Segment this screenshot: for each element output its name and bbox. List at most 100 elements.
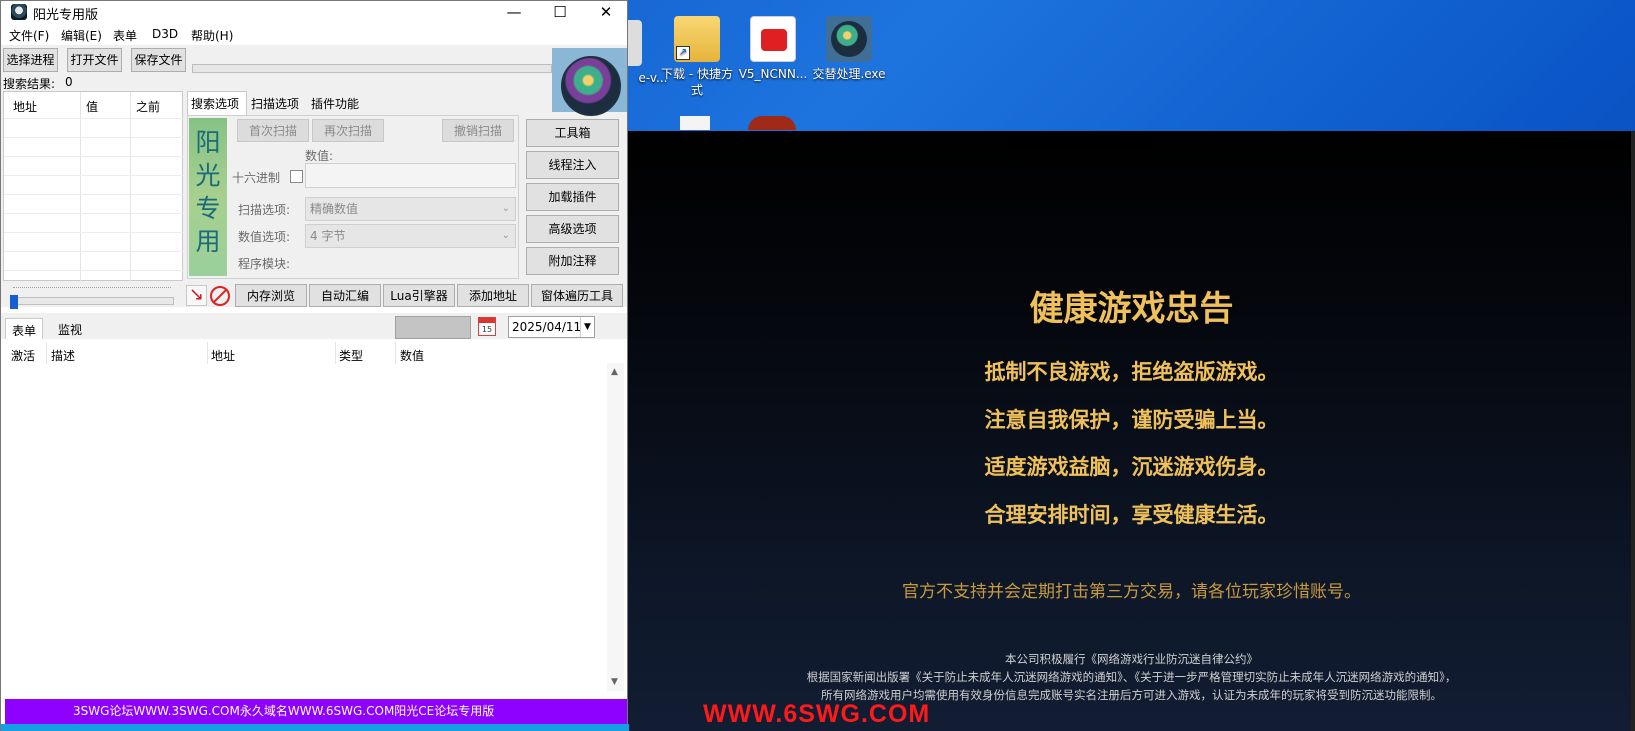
menu-file[interactable]: 文件(F) xyxy=(9,27,49,44)
status-bar: 3SWG论坛WWW.3SWG.COM永久域名WWW.6SWG.COM阳光CE论坛… xyxy=(5,699,627,724)
chevron-down-icon: ⌄ xyxy=(501,203,510,214)
found-address-list[interactable]: 地址 值 之前 xyxy=(3,91,184,282)
close-icon[interactable]: ✕ xyxy=(583,1,629,23)
calendar-icon[interactable]: 15 xyxy=(478,317,496,336)
next-scan-button[interactable]: 再次扫描 xyxy=(312,119,384,142)
value-type-select[interactable]: 4 字节 ⌄ xyxy=(305,224,516,248)
column-header-description[interactable]: 描述 xyxy=(51,347,75,364)
column-header-value[interactable]: 数值 xyxy=(400,347,424,364)
banner-char: 专 xyxy=(195,194,221,223)
hex-checkbox[interactable] xyxy=(290,170,303,183)
lua-engine-button[interactable]: Lua引擎器 xyxy=(383,284,455,307)
scan-type-select[interactable]: 精确数值 ⌄ xyxy=(305,197,516,221)
scan-option-label: 扫描选项: xyxy=(238,203,291,217)
scan-progress-bar xyxy=(192,64,552,73)
add-comment-button[interactable]: 附加注释 xyxy=(526,247,619,275)
menu-d3d[interactable]: D3D xyxy=(152,27,178,41)
add-address-button[interactable]: 添加地址 xyxy=(457,284,529,307)
red-app-icon xyxy=(750,16,796,62)
speed-slider[interactable] xyxy=(10,285,174,309)
chevron-down-icon[interactable]: ▼ xyxy=(580,317,594,337)
column-header-active[interactable]: 激活 xyxy=(11,347,35,364)
hex-label: 十六进制 xyxy=(232,171,281,185)
slider-thumb[interactable] xyxy=(10,295,18,309)
stop-icon[interactable] xyxy=(210,286,230,306)
title-bar[interactable]: 阳光专用版 — ☐ ✕ xyxy=(1,1,627,23)
pointer-arrow-icon[interactable]: ↘ xyxy=(186,285,207,306)
scan-type-value: 精确数值 xyxy=(310,202,359,216)
auto-assemble-button[interactable]: 自动汇编 xyxy=(309,284,381,307)
toolbox-button[interactable]: 工具箱 xyxy=(526,119,619,147)
undo-scan-button[interactable]: 撤销扫描 xyxy=(442,119,514,142)
banner-char: 光 xyxy=(195,161,221,190)
thread-injection-button[interactable]: 线程注入 xyxy=(526,151,619,179)
column-header-address[interactable]: 地址 xyxy=(13,98,37,115)
value-type-value: 4 字节 xyxy=(310,229,346,243)
health-notice-line: 合理安排时间，享受健康生活。 xyxy=(984,502,1279,527)
load-plugin-button[interactable]: 加载插件 xyxy=(526,183,619,211)
column-header-address[interactable]: 地址 xyxy=(211,347,235,364)
module-label: 程序模块: xyxy=(238,257,291,271)
tab-table[interactable]: 表单 xyxy=(5,318,44,339)
search-results-label: 搜索结果: xyxy=(3,77,56,91)
partial-file-icon xyxy=(680,116,710,130)
advanced-options-button[interactable]: 高级选项 xyxy=(526,215,619,243)
cheat-table-panel xyxy=(1,311,627,697)
scroll-up-icon[interactable]: ▲ xyxy=(611,367,618,377)
column-header-value[interactable]: 值 xyxy=(86,98,98,115)
logo-icon[interactable] xyxy=(552,48,627,116)
tab-scan-options[interactable]: 扫描选项 xyxy=(251,95,299,112)
column-header-previous[interactable]: 之前 xyxy=(136,98,160,115)
first-scan-button[interactable]: 首次扫描 xyxy=(237,119,309,142)
desktop-icon-exe[interactable]: 交替处理.exe xyxy=(808,16,890,82)
banner-char: 用 xyxy=(195,227,221,256)
memory-view-button[interactable]: 内存浏览 xyxy=(235,284,307,307)
health-notice-line: 适度游戏益脑，沉迷游戏伤身。 xyxy=(984,454,1279,479)
menu-bar: 文件(F) 编辑(E) 表单 D3D 帮助(H) xyxy=(1,25,627,45)
health-notice-line: 注意自我保护，谨防受骗上当。 xyxy=(984,407,1279,432)
footer-line: 根据国家新闻出版署《关于防止未成年人沉迷网络游戏的通知》、《关于进一步严格管理切… xyxy=(806,670,1457,684)
date-value: 2025/04/11 xyxy=(512,320,582,334)
sunshine-banner: 阳 光 专 用 xyxy=(189,118,227,276)
tab-plugin-functions[interactable]: 插件功能 xyxy=(311,95,359,112)
grey-field[interactable] xyxy=(395,316,471,339)
search-results-count: 0 xyxy=(65,75,73,89)
date-picker[interactable]: 2025/04/11 ▼ xyxy=(508,316,595,338)
desktop-icon-label: 交替处理.exe xyxy=(812,67,886,81)
desktop-icon-v5-ncnn[interactable]: V5_NCNN... xyxy=(732,16,814,82)
menu-edit[interactable]: 编辑(E) xyxy=(61,27,102,44)
download-folder-shortcut-icon: ↗ xyxy=(674,16,720,62)
value-option-label: 数值选项: xyxy=(238,230,291,244)
maximize-icon[interactable]: ☐ xyxy=(537,1,583,23)
game-health-notice-screen: 健康游戏忠告 抵制不良游戏，拒绝盗版游戏。 注意自我保护，谨防受骗上当。 适度游… xyxy=(628,131,1635,731)
scroll-down-icon[interactable]: ▼ xyxy=(611,677,618,687)
health-notice-title: 健康游戏忠告 xyxy=(1029,289,1234,329)
tab-search-options[interactable]: 搜索选项 xyxy=(191,95,239,112)
footer-line: 本公司积极履行《网络游戏行业防沉迷自律公约》 xyxy=(1005,652,1258,666)
game-window-edge xyxy=(1631,131,1635,731)
value-input[interactable] xyxy=(305,163,516,188)
watermark: WWW.6SWG.COM xyxy=(703,700,931,728)
health-notice-line: 抵制不良游戏，拒绝盗版游戏。 xyxy=(984,359,1279,384)
app-icon xyxy=(11,4,27,20)
window-enum-tool-button[interactable]: 窗体遍历工具 xyxy=(531,284,623,307)
save-file-button[interactable]: 保存文件 xyxy=(131,48,186,72)
open-file-button[interactable]: 打开文件 xyxy=(67,48,122,72)
banner-char: 阳 xyxy=(195,128,221,157)
menu-help[interactable]: 帮助(H) xyxy=(191,27,233,44)
minimize-icon[interactable]: — xyxy=(491,1,537,23)
partial-app-icon xyxy=(748,116,796,130)
select-process-button[interactable]: 选择进程 xyxy=(3,48,58,72)
desktop-icon-label: V5_NCNN... xyxy=(738,67,808,81)
window-title: 阳光专用版 xyxy=(33,8,99,23)
value-label: 数值: xyxy=(305,149,334,163)
table-scrollbar[interactable]: ▲ ▼ xyxy=(607,363,624,691)
tab-watch[interactable]: 监视 xyxy=(52,318,88,339)
chevron-down-icon: ⌄ xyxy=(501,230,510,241)
column-header-type[interactable]: 类型 xyxy=(339,347,363,364)
menu-table[interactable]: 表单 xyxy=(113,27,137,44)
exe-icon xyxy=(826,16,872,62)
desktop-icon-download-shortcut[interactable]: ↗ 下载 - 快捷方式 xyxy=(656,16,738,98)
taskbar-strip xyxy=(1,724,629,731)
trade-notice: 官方不支持并会定期打击第三方交易，请各位玩家珍惜账号。 xyxy=(902,582,1361,602)
